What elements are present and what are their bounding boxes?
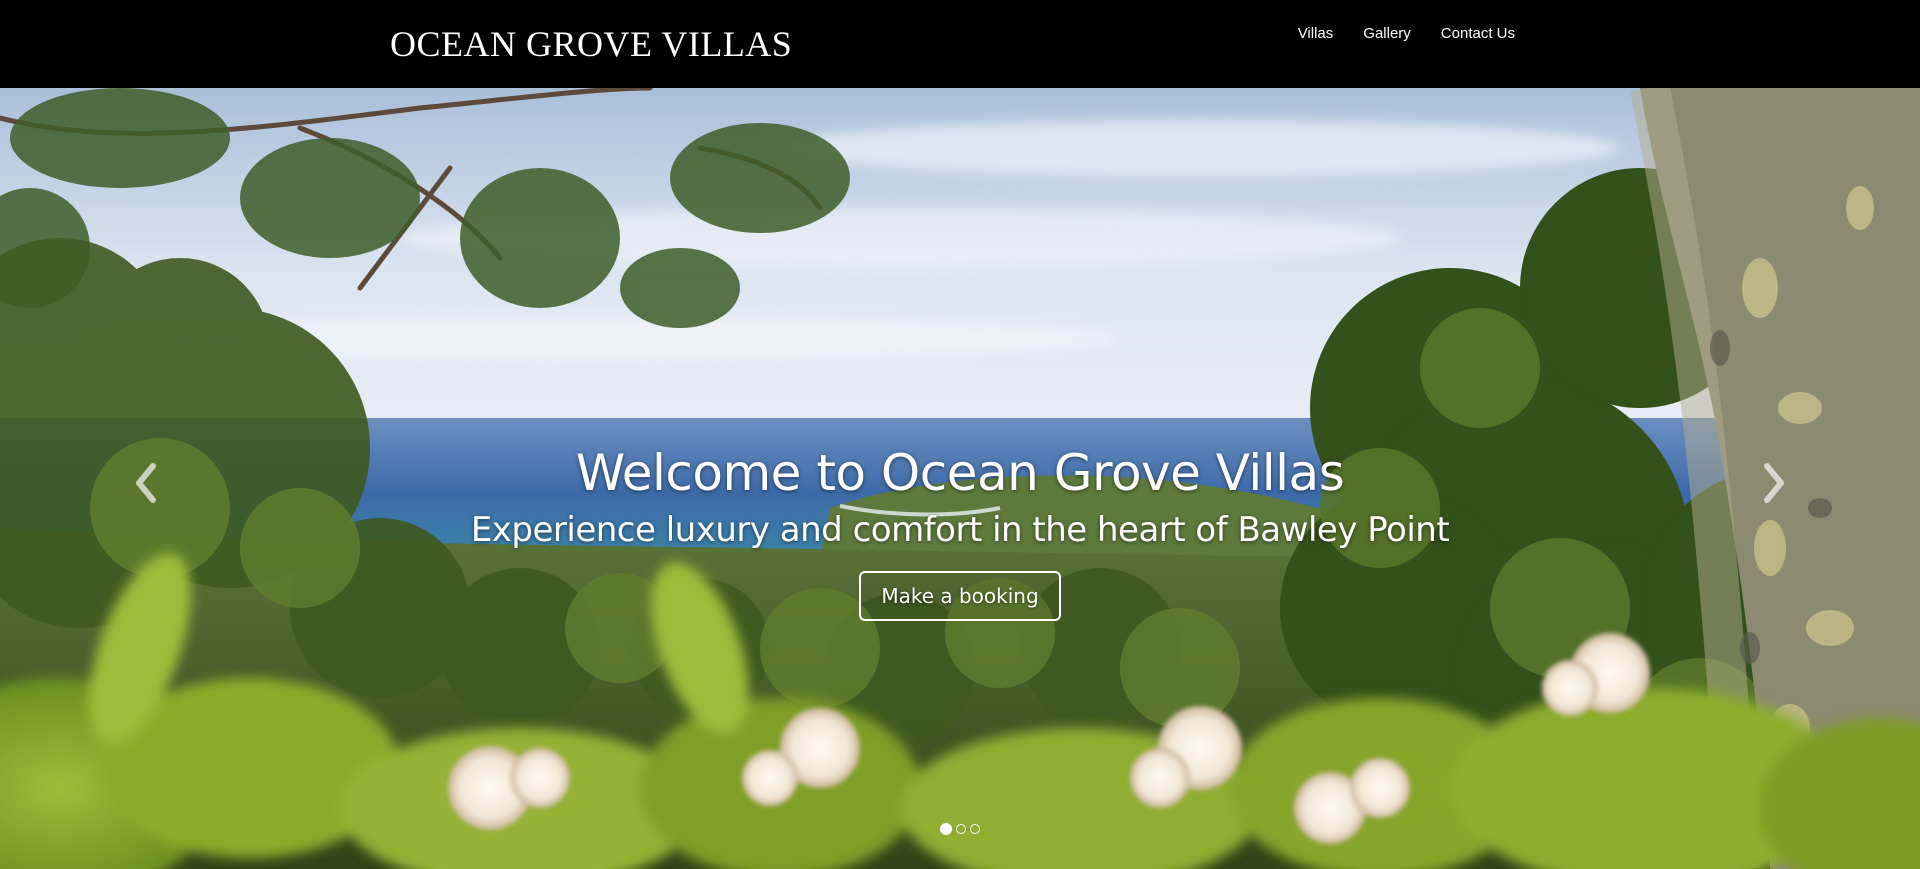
hero-title: Welcome to Ocean Grove Villas xyxy=(575,444,1345,502)
carousel-indicator-1[interactable] xyxy=(940,823,952,835)
site-header: OCEAN GROVE VILLAS Villas Gallery Contac… xyxy=(0,0,1920,88)
carousel-indicator-2[interactable] xyxy=(956,824,966,834)
carousel-indicators xyxy=(0,823,1920,835)
nav-link-gallery[interactable]: Gallery xyxy=(1363,24,1411,44)
make-booking-button[interactable]: Make a booking xyxy=(859,571,1061,621)
carousel-indicator-3[interactable] xyxy=(970,824,980,834)
main-nav: Villas Gallery Contact Us xyxy=(1298,24,1515,44)
page: OCEAN GROVE VILLAS Villas Gallery Contac… xyxy=(0,0,1920,869)
hero-carousel: Welcome to Ocean Grove Villas Experience… xyxy=(0,88,1920,869)
hero-caption: Welcome to Ocean Grove Villas Experience… xyxy=(0,443,1920,621)
nav-link-contact-us[interactable]: Contact Us xyxy=(1441,24,1515,44)
site-logo[interactable]: OCEAN GROVE VILLAS xyxy=(390,22,792,66)
hero-subtitle: Experience luxury and comfort in the hea… xyxy=(470,510,1450,550)
nav-link-villas[interactable]: Villas xyxy=(1298,24,1334,44)
